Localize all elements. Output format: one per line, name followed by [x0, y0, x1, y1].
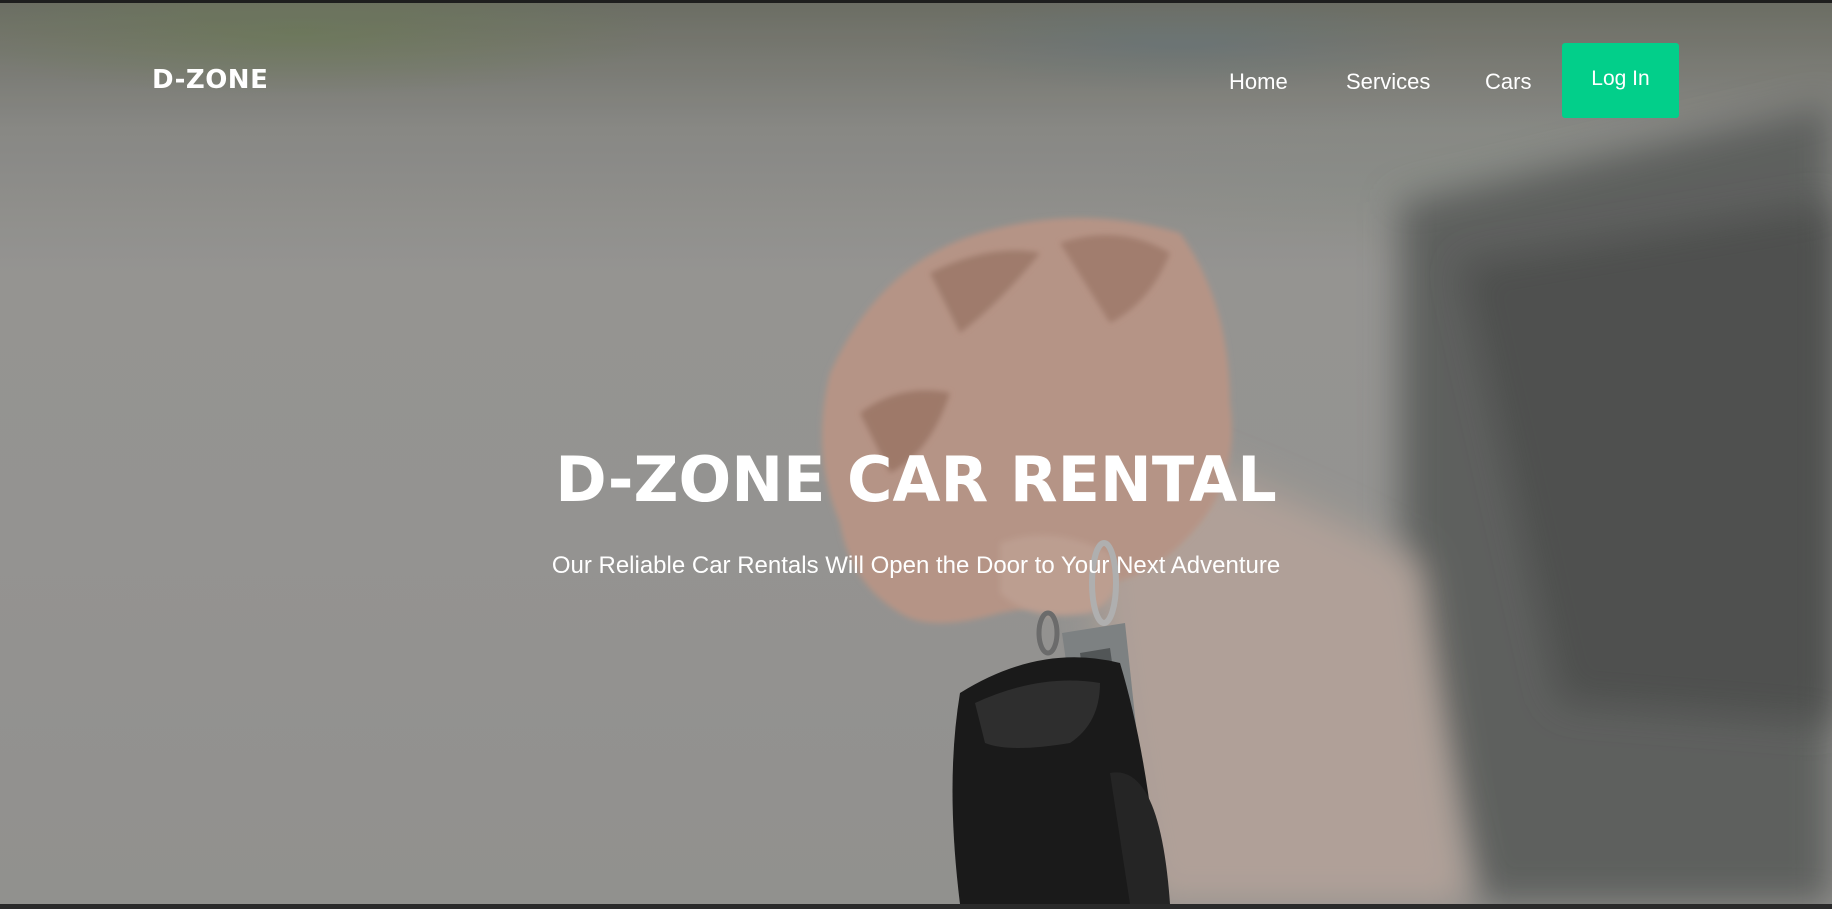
nav-link-cars[interactable]: Cars [1485, 69, 1531, 95]
nav-link-services[interactable]: Services [1346, 69, 1430, 95]
bottom-edge-bar [0, 904, 1832, 909]
hero-title: D-ZONE CAR RENTAL [555, 443, 1277, 516]
nav-link-home[interactable]: Home [1229, 69, 1288, 95]
hero-section: D-ZONE Home Services Cars Log In D-ZONE … [0, 3, 1832, 904]
top-navigation: D-ZONE Home Services Cars Log In [0, 3, 1832, 163]
login-button[interactable]: Log In [1562, 43, 1679, 118]
hero-subtitle: Our Reliable Car Rentals Will Open the D… [551, 552, 1281, 579]
site-logo[interactable]: D-ZONE [152, 65, 268, 95]
